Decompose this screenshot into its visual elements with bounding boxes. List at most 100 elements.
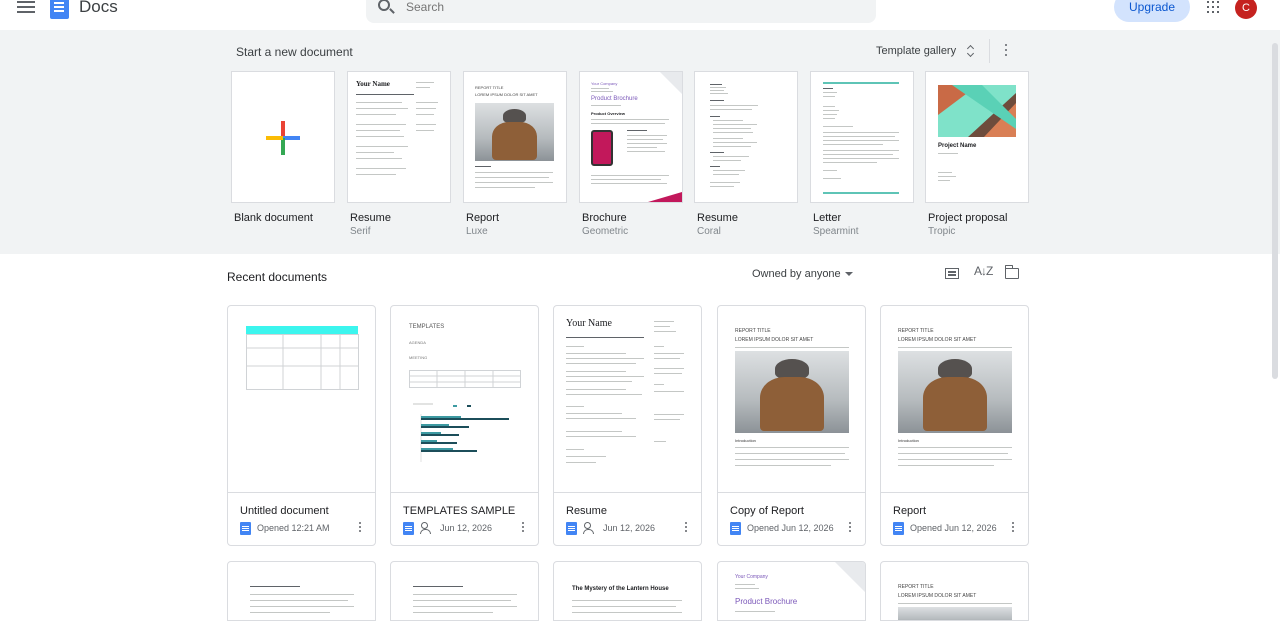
document-thumbnail[interactable]: REPORT TITLE LOREM IPSUM DOLOR SIT AMET … [718,306,865,493]
template-name: Brochure [582,212,627,224]
template-style: Geometric [582,226,629,237]
document-card-partial[interactable]: The Mystery of the Lantern House [553,561,702,621]
document-meta: Jun 12, 2026 [566,521,655,535]
document-card[interactable]: Untitled document Opened 12:21 AM [227,305,376,546]
upgrade-button[interactable]: Upgrade [1114,0,1190,22]
owner-filter-dropdown[interactable]: Owned by anyone [752,268,853,280]
document-card-partial[interactable] [390,561,539,621]
thumb-report-title: REPORT TITLE [898,584,934,590]
search-input[interactable] [406,0,846,15]
google-docs-icon [240,521,251,535]
template-thumbnail[interactable]: REPORT TITLE LOREM IPSUM DOLOR SIT AMET [463,71,567,203]
thumb-report-subtitle: LOREM IPSUM DOLOR SIT AMET [898,337,977,343]
template-thumbnail[interactable] [231,71,335,203]
template-thumbnail[interactable] [694,71,798,203]
template-name: Blank document [234,212,313,224]
thumb-phone [591,130,613,166]
document-opened-time: Opened Jun 12, 2026 [747,523,834,533]
document-opened-time: Opened 12:21 AM [257,523,330,533]
thumb-photo [898,607,1012,620]
top-header: Docs Upgrade C [0,0,1280,30]
document-thumbnail[interactable]: REPORT TITLE LOREM IPSUM DOLOR SIT AMET … [881,306,1028,493]
template-style: Spearmint [813,226,859,237]
thumb-photo [475,103,554,161]
google-docs-icon [566,521,577,535]
unfold-more-icon[interactable] [966,45,974,57]
more-options-icon[interactable] [1011,522,1015,534]
google-docs-icon [730,521,741,535]
thumb-lantern-title: The Mystery of the Lantern House [572,586,669,592]
template-name: Report [466,212,500,224]
list-view-icon[interactable] [945,268,959,279]
hamburger-menu-icon[interactable] [17,0,35,14]
template-blank[interactable]: Blank document [231,71,335,224]
thumb-grid [409,370,521,388]
template-gallery-button[interactable]: Template gallery [876,45,956,57]
owner-filter-label: Owned by anyone [752,268,841,280]
more-options-icon[interactable] [684,522,688,534]
document-opened-time: Jun 12, 2026 [440,523,493,533]
template-name: Resume [350,212,391,224]
document-opened-time: Opened Jun 12, 2026 [910,523,997,533]
sort-az-icon[interactable]: A↓Z [974,264,993,278]
thumb-meeting: MEETING [409,355,428,360]
google-docs-icon [893,521,904,535]
thumb-geometric-art [938,85,1016,137]
thumb-report-subtitle: LOREM IPSUM DOLOR SIT AMET [898,593,977,599]
divider [989,39,990,63]
document-thumbnail[interactable]: TEMPLATES AGENDA MEETING [391,306,538,493]
document-card[interactable]: TEMPLATES AGENDA MEETING TEMPLATES SAMPL… [390,305,539,546]
app-title[interactable]: Docs [79,0,118,17]
thumb-photo [735,351,849,433]
start-new-document-heading: Start a new document [236,45,353,59]
file-picker-folder-icon[interactable] [1004,265,1019,279]
template-thumbnail[interactable]: Your Name [347,71,451,203]
document-name: Resume [566,505,607,517]
search-icon[interactable] [378,0,390,11]
document-card-partial[interactable] [227,561,376,621]
thumb-table [246,334,359,390]
template-report-luxe[interactable]: REPORT TITLE LOREM IPSUM DOLOR SIT AMET … [463,71,567,237]
template-resume-serif[interactable]: Your Name Resume Serif [347,71,451,237]
recent-documents-heading: Recent documents [227,270,328,284]
document-card[interactable]: REPORT TITLE LOREM IPSUM DOLOR SIT AMET … [717,305,866,546]
template-section: Start a new document Template gallery Bl… [0,30,1280,254]
document-meta: Jun 12, 2026 [403,521,492,535]
document-card[interactable]: REPORT TITLE LOREM IPSUM DOLOR SIT AMET … [880,305,1029,546]
search-bar[interactable] [366,0,876,23]
template-project-proposal-tropic[interactable]: Project Name Project proposal Tropic [925,71,1029,237]
more-options-icon[interactable] [1004,44,1008,58]
template-thumbnail[interactable]: Your Company Product Brochure Product Ov… [579,71,683,203]
thumb-report-subtitle: LOREM IPSUM DOLOR SIT AMET [735,337,814,343]
template-resume-coral[interactable]: Resume Coral [694,71,798,237]
thumb-project-name: Project Name [938,143,977,149]
template-brochure-geometric[interactable]: Your Company Product Brochure Product Ov… [579,71,683,237]
dropdown-arrow-icon [844,272,853,277]
docs-logo-icon[interactable] [50,0,69,19]
document-card[interactable]: Your Name Resume Jun 12, 2026 [553,305,702,546]
more-options-icon[interactable] [358,522,362,534]
plus-icon [266,121,300,155]
thumb-report-subtitle: LOREM IPSUM DOLOR SIT AMET [475,92,538,97]
document-card-partial[interactable]: REPORT TITLE LOREM IPSUM DOLOR SIT AMET [880,561,1029,621]
more-options-icon[interactable] [521,522,525,534]
document-name: TEMPLATES SAMPLE [403,505,516,517]
document-name: Copy of Report [730,505,804,517]
account-avatar[interactable]: C [1235,0,1257,19]
thumb-overview: Product Overview [591,111,626,116]
document-card-partial[interactable]: Your Company Product Brochure [717,561,866,621]
template-thumbnail[interactable] [810,71,914,203]
google-docs-icon [403,521,414,535]
more-options-icon[interactable] [848,522,852,534]
thumb-resume-name: Your Name [356,80,390,88]
google-apps-icon[interactable] [1207,1,1219,13]
vertical-scrollbar[interactable] [1272,43,1278,379]
template-style: Serif [350,226,371,237]
document-opened-time: Jun 12, 2026 [603,523,656,533]
document-name: Untitled document [240,505,329,517]
document-thumbnail[interactable]: Your Name [554,306,701,493]
template-name: Project proposal [928,212,1008,224]
template-letter-spearmint[interactable]: Letter Spearmint [810,71,914,237]
template-thumbnail[interactable]: Project Name [925,71,1029,203]
document-thumbnail[interactable] [228,306,375,493]
